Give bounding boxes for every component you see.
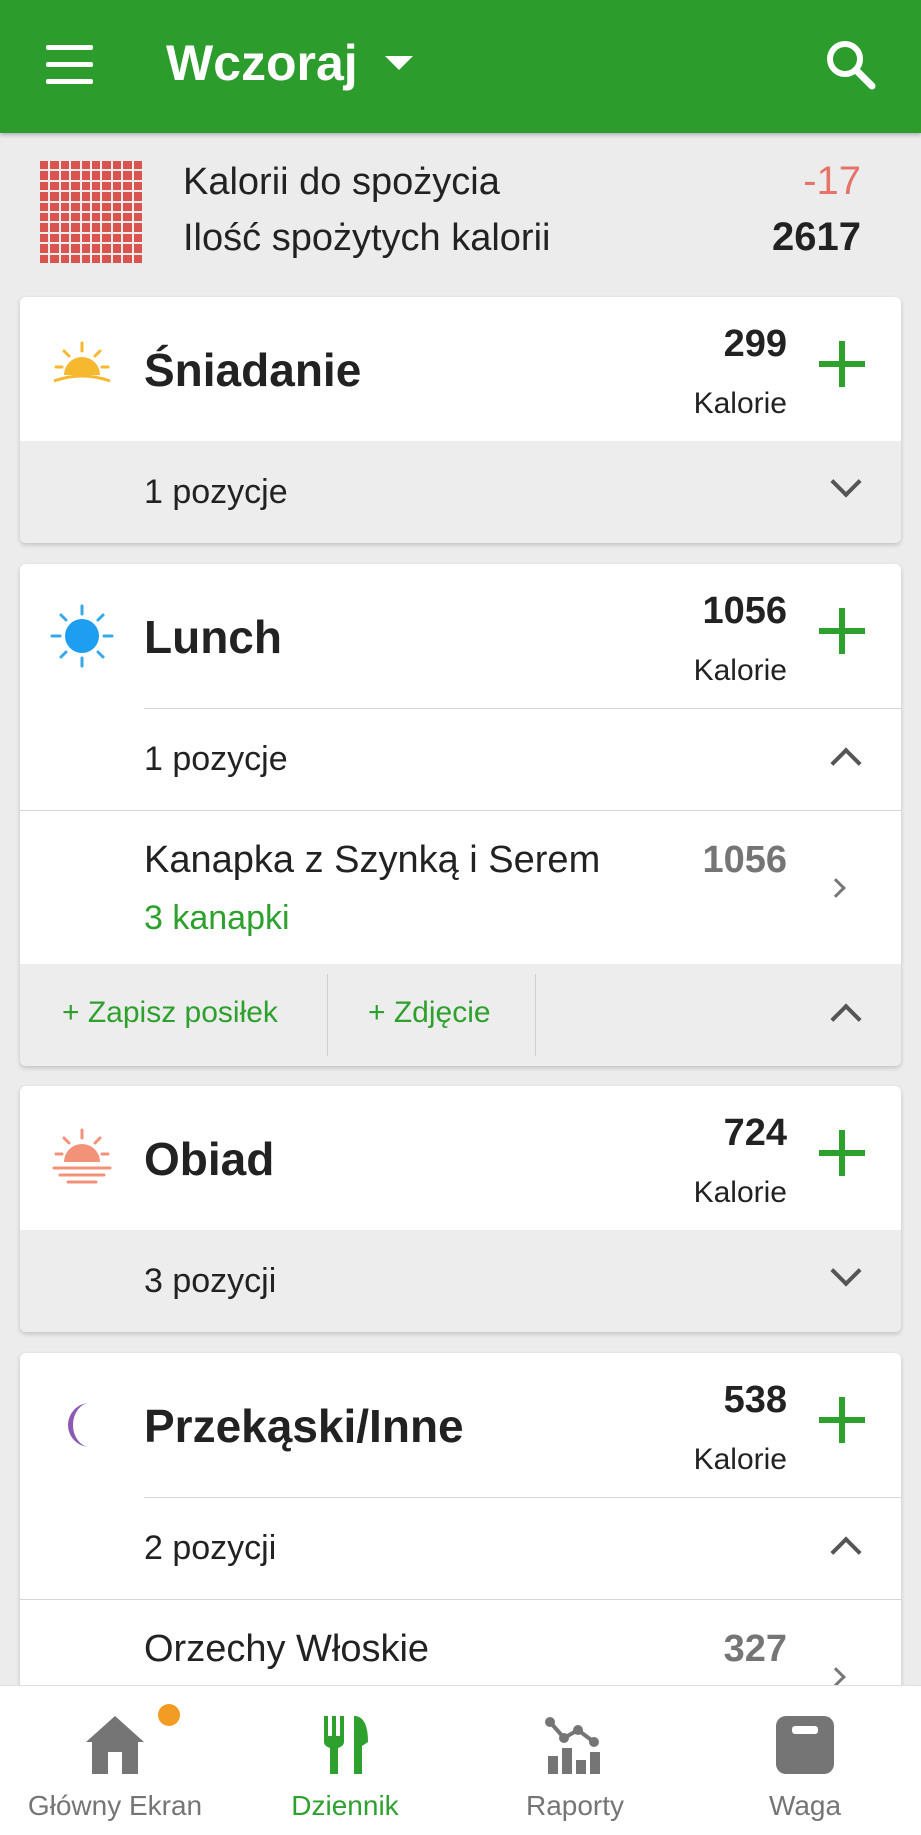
save-meal-button[interactable]: + Zapisz posiłek bbox=[62, 996, 278, 1030]
add-food-button[interactable] bbox=[819, 341, 865, 387]
chevron-up-icon[interactable] bbox=[830, 1003, 862, 1035]
hamburger-icon[interactable] bbox=[36, 40, 102, 90]
sunset-icon bbox=[52, 1128, 112, 1184]
add-food-button[interactable] bbox=[819, 1397, 865, 1443]
fork-knife-icon bbox=[324, 1716, 368, 1774]
kcal-label: Kalorie bbox=[693, 1176, 787, 1209]
nav-diary[interactable]: Dziennik bbox=[230, 1686, 460, 1835]
bottom-navigation: Główny Ekran Dziennik Raporty Waga bbox=[0, 1685, 921, 1835]
nav-weight[interactable]: Waga bbox=[690, 1686, 920, 1835]
items-toggle-row[interactable]: 1 pozycje bbox=[20, 441, 901, 543]
meal-name: Obiad bbox=[144, 1133, 275, 1185]
items-toggle-row[interactable]: 3 pozycji bbox=[20, 1230, 901, 1332]
items-toggle-row[interactable]: 2 pozycji bbox=[20, 1497, 901, 1599]
chevron-up-icon[interactable] bbox=[830, 747, 862, 779]
calorie-grid-icon bbox=[40, 161, 142, 263]
meal-card-lunch: Lunch 1056 Kalorie 1 pozycje Kanapka z S… bbox=[20, 564, 901, 1066]
app-bar: Wczoraj bbox=[0, 0, 921, 133]
food-name: Kanapka z Szynką i Serem bbox=[144, 839, 601, 881]
meal-name: Przekąski/Inne bbox=[144, 1400, 464, 1452]
chevron-down-icon[interactable] bbox=[830, 466, 862, 498]
meal-kcal: 538 bbox=[723, 1379, 787, 1421]
meal-kcal: 724 bbox=[723, 1112, 787, 1154]
meal-kcal: 1056 bbox=[702, 590, 787, 632]
meal-card-breakfast: Śniadanie 299 Kalorie 1 pozycje bbox=[20, 297, 901, 543]
meal-name: Śniadanie bbox=[144, 344, 362, 396]
notification-dot bbox=[158, 1704, 180, 1726]
items-count: 3 pozycji bbox=[144, 1262, 277, 1300]
chevron-right-icon bbox=[826, 1667, 846, 1687]
items-count: 2 pozycji bbox=[144, 1529, 277, 1567]
chart-icon bbox=[545, 1717, 600, 1774]
food-row[interactable]: Kanapka z Szynką i Serem 1056 3 kanapki bbox=[20, 810, 901, 964]
remaining-value: -17 bbox=[803, 159, 861, 203]
kcal-label: Kalorie bbox=[693, 387, 787, 420]
add-photo-button[interactable]: + Zdjęcie bbox=[368, 996, 491, 1030]
meal-kcal: 299 bbox=[723, 323, 787, 365]
meal-header[interactable]: Śniadanie 299 Kalorie bbox=[20, 297, 901, 441]
divider bbox=[327, 974, 328, 1056]
sunrise-icon bbox=[53, 341, 111, 383]
home-icon bbox=[86, 1716, 144, 1774]
chevron-down-icon[interactable] bbox=[830, 1255, 862, 1287]
divider bbox=[144, 708, 901, 709]
remaining-label: Kalorii do spożycia bbox=[183, 161, 500, 203]
nav-home[interactable]: Główny Ekran bbox=[0, 1686, 230, 1835]
meal-header[interactable]: Obiad 724 Kalorie bbox=[20, 1086, 901, 1230]
nav-label: Główny Ekran bbox=[27, 1790, 203, 1821]
nav-label: Raporty bbox=[525, 1790, 625, 1821]
add-food-button[interactable] bbox=[819, 608, 865, 654]
nav-reports[interactable]: Raporty bbox=[460, 1686, 690, 1835]
date-title[interactable]: Wczoraj bbox=[166, 34, 358, 92]
meal-card-snacks: Przekąski/Inne 538 Kalorie 2 pozycji Orz… bbox=[20, 1353, 901, 1693]
calorie-summary: Kalorii do spożycia -17 Ilość spożytych … bbox=[0, 133, 921, 293]
nav-label: Dziennik bbox=[291, 1790, 399, 1821]
meal-card-dinner: Obiad 724 Kalorie 3 pozycji bbox=[20, 1086, 901, 1332]
add-food-button[interactable] bbox=[819, 1130, 865, 1176]
divider bbox=[144, 1497, 901, 1498]
caret-down-icon[interactable] bbox=[385, 56, 413, 70]
food-kcal: 327 bbox=[723, 1628, 787, 1670]
search-icon[interactable] bbox=[822, 36, 878, 92]
chevron-right-icon bbox=[826, 878, 846, 898]
divider bbox=[535, 974, 536, 1056]
items-count: 1 pozycje bbox=[144, 473, 288, 511]
kcal-label: Kalorie bbox=[693, 1443, 787, 1476]
food-row[interactable]: Orzechy Włoskie 327 bbox=[20, 1599, 901, 1693]
consumed-value: 2617 bbox=[772, 215, 861, 259]
food-portion: 3 kanapki bbox=[144, 899, 290, 937]
scale-icon bbox=[776, 1716, 834, 1774]
nav-label: Waga bbox=[768, 1790, 842, 1821]
food-kcal: 1056 bbox=[702, 839, 787, 881]
food-name: Orzechy Włoskie bbox=[144, 1628, 430, 1670]
moon-icon bbox=[68, 1403, 90, 1447]
sun-icon bbox=[50, 604, 114, 668]
consumed-label: Ilość spożytych kalorii bbox=[183, 217, 551, 259]
meal-actions: + Zapisz posiłek + Zdjęcie bbox=[20, 964, 901, 1066]
items-toggle-row[interactable]: 1 pozycje bbox=[20, 708, 901, 810]
chevron-up-icon[interactable] bbox=[830, 1536, 862, 1568]
meal-name: Lunch bbox=[144, 611, 282, 663]
kcal-label: Kalorie bbox=[693, 654, 787, 687]
items-count: 1 pozycje bbox=[144, 740, 288, 778]
meal-header[interactable]: Przekąski/Inne 538 Kalorie bbox=[20, 1353, 901, 1497]
meal-header[interactable]: Lunch 1056 Kalorie bbox=[20, 564, 901, 708]
